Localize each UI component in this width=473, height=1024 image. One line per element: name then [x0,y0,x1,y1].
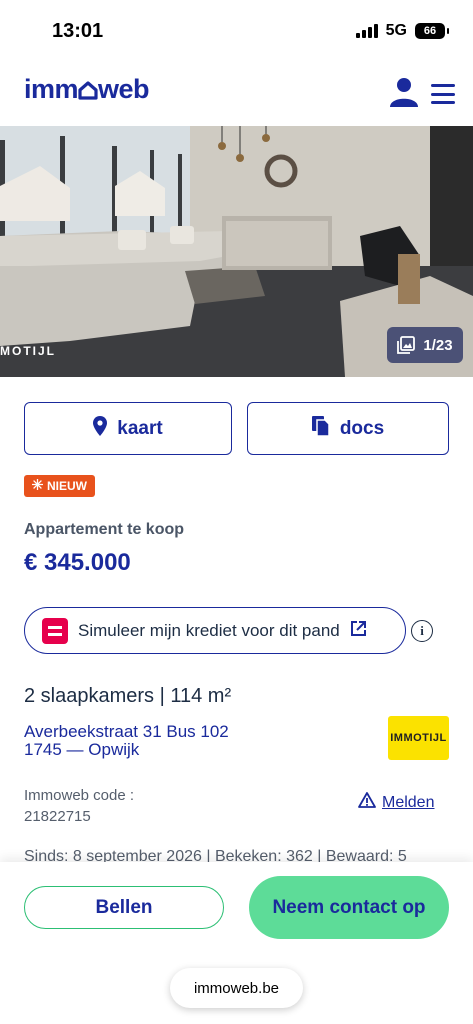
listing-photo[interactable]: MOTIJL 1/23 [0,126,473,377]
map-button-label: kaart [117,417,163,439]
hamburger-menu-icon[interactable] [431,84,455,104]
bottom-action-bar: Bellen Neem contact op immoweb.be [0,862,473,1024]
status-bar: 13:01 5G 66 [0,0,473,62]
logo-text-end: web [98,74,150,104]
logo-text-start: imm [24,74,79,104]
report-link-label: Melden [382,793,435,811]
agency-watermark: MOTIJL [0,344,56,358]
warning-icon [358,792,376,813]
property-summary: 2 slaapkamers | 114 m² [24,685,232,707]
call-button[interactable]: Bellen [24,886,224,929]
property-type: Appartement te koop [24,521,185,538]
credit-simulator-text: Simuleer mijn krediet voor dit pand [78,620,340,640]
documents-button-label: docs [339,417,385,439]
credit-simulator-link[interactable]: Simuleer mijn krediet voor dit pand [24,607,406,654]
immoweb-code-value: 21822715 [24,808,91,825]
address-street[interactable]: Averbeekstraat 31 Bus 102 [24,722,229,742]
new-badge: NIEUW [24,475,95,497]
report-link[interactable]: Melden [358,792,434,813]
map-pin-icon [93,415,108,442]
contact-button[interactable]: Neem contact op [249,876,449,939]
browser-url-pill[interactable]: immoweb.be [170,968,303,1008]
signal-icon [355,24,378,38]
documents-icon [311,415,330,442]
battery-level: 66 [423,25,437,37]
immoweb-logo[interactable]: imm web [24,74,150,107]
photo-gallery-button[interactable]: 1/23 [387,327,463,363]
info-icon[interactable]: i [411,620,433,642]
battery-icon: 66 [415,23,449,39]
status-indicators: 5G 66 [355,22,449,40]
site-header: imm web [0,62,473,126]
map-button[interactable]: kaart [24,402,232,455]
documents-button[interactable]: docs [247,402,449,455]
status-time: 13:01 [52,20,104,42]
user-icon[interactable] [388,76,420,108]
photo-counter-text: 1/23 [423,336,453,354]
logo-house-icon [78,76,98,107]
gallery-icon [397,336,416,354]
bank-logo-icon [42,617,68,644]
external-link-icon [350,620,367,642]
price: € 345.000 [24,549,131,576]
sparkle-icon [32,479,43,493]
network-type: 5G [385,22,407,39]
immoweb-code-label: Immoweb code : [24,787,135,804]
new-badge-label: NIEUW [47,479,87,493]
address-city[interactable]: 1745 — Opwijk [24,740,139,760]
agency-logo[interactable]: IMMOTIJL [388,716,449,760]
